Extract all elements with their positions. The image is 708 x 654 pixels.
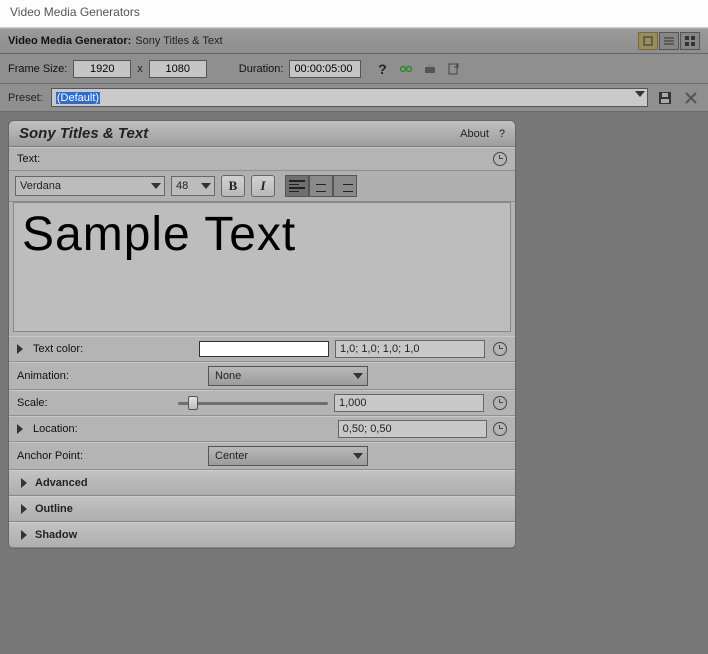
keyframe-clock-icon[interactable]: [493, 422, 507, 436]
keyframe-clock-icon[interactable]: [493, 152, 507, 166]
align-right-button[interactable]: [333, 175, 357, 197]
expand-icon[interactable]: [17, 424, 23, 434]
window-titlebar: Video Media Generators: [0, 0, 708, 28]
generator-label: Video Media Generator:: [8, 35, 131, 47]
expand-icon: [21, 504, 27, 514]
scale-slider[interactable]: [178, 396, 328, 410]
font-value: Verdana: [20, 180, 61, 192]
generator-header: Video Media Generator: Sony Titles & Tex…: [0, 28, 708, 54]
help-icon[interactable]: ?: [373, 60, 391, 78]
window-title: Video Media Generators: [10, 5, 140, 19]
export-icon[interactable]: [445, 60, 463, 78]
anchor-row: Anchor Point: Center: [9, 442, 515, 470]
outline-section[interactable]: Outline: [9, 496, 515, 522]
location-label: Location:: [33, 423, 332, 435]
duration-input[interactable]: [289, 60, 361, 78]
text-color-row: Text color: 1,0; 1,0; 1,0; 1,0: [9, 336, 515, 362]
plugin-help[interactable]: ?: [499, 128, 505, 140]
text-editor[interactable]: Sample Text: [13, 202, 511, 332]
view-mode-list[interactable]: [659, 32, 679, 50]
sample-text: Sample Text: [22, 207, 502, 262]
expand-icon: [21, 478, 27, 488]
advanced-section[interactable]: Advanced: [9, 470, 515, 496]
view-mode-group: [638, 32, 700, 50]
font-dropdown[interactable]: Verdana: [15, 176, 165, 196]
italic-button[interactable]: I: [251, 175, 275, 197]
view-mode-single[interactable]: [638, 32, 658, 50]
align-left-button[interactable]: [285, 175, 309, 197]
frame-height-input[interactable]: [149, 60, 207, 78]
scale-row: Scale: 1,000: [9, 390, 515, 416]
keyframe-clock-icon[interactable]: [493, 342, 507, 356]
outline-label: Outline: [35, 503, 73, 515]
generator-name: Sony Titles & Text: [135, 35, 222, 47]
bold-button[interactable]: B: [221, 175, 245, 197]
text-color-label: Text color:: [33, 343, 193, 355]
save-preset-icon[interactable]: [656, 89, 674, 107]
text-color-swatch[interactable]: [199, 341, 329, 357]
link-icon[interactable]: [397, 60, 415, 78]
chevron-down-icon: [635, 91, 645, 97]
preset-dropdown[interactable]: (Default): [51, 88, 648, 107]
plugin-title-bar: Sony Titles & Text About ?: [9, 121, 515, 147]
font-size-value: 48: [176, 180, 188, 192]
frame-size-label: Frame Size:: [8, 63, 67, 75]
anchor-value: Center: [215, 450, 248, 462]
anchor-label: Anchor Point:: [17, 450, 202, 462]
format-toolbar: Verdana 48 B I: [9, 171, 515, 202]
text-row: Text:: [9, 147, 515, 171]
advanced-label: Advanced: [35, 477, 88, 489]
plugin-title: Sony Titles & Text: [19, 125, 148, 142]
expand-icon: [21, 530, 27, 540]
animation-row: Animation: None: [9, 362, 515, 390]
shadow-label: Shadow: [35, 529, 77, 541]
view-mode-grid[interactable]: [680, 32, 700, 50]
align-center-button[interactable]: [309, 175, 333, 197]
chevron-down-icon: [353, 373, 363, 379]
animation-dropdown[interactable]: None: [208, 366, 368, 386]
print-icon[interactable]: [421, 60, 439, 78]
location-row: Location: 0,50; 0,50: [9, 416, 515, 442]
scale-value[interactable]: 1,000: [334, 394, 484, 412]
scale-label: Scale:: [17, 397, 172, 409]
shadow-section[interactable]: Shadow: [9, 522, 515, 548]
preset-label: Preset:: [8, 92, 43, 104]
animation-value: None: [215, 370, 241, 382]
animation-label: Animation:: [17, 370, 202, 382]
preset-value: (Default): [56, 92, 100, 104]
frame-x: x: [137, 63, 143, 75]
about-link[interactable]: About: [460, 128, 489, 140]
duration-label: Duration:: [239, 63, 284, 75]
preset-bar: Preset: (Default): [0, 84, 708, 112]
chevron-down-icon: [353, 453, 363, 459]
text-color-value[interactable]: 1,0; 1,0; 1,0; 1,0: [335, 340, 485, 358]
delete-preset-icon[interactable]: [682, 89, 700, 107]
chevron-down-icon: [201, 183, 211, 189]
text-label: Text:: [17, 153, 97, 165]
anchor-dropdown[interactable]: Center: [208, 446, 368, 466]
frame-width-input[interactable]: [73, 60, 131, 78]
chevron-down-icon: [151, 183, 161, 189]
location-value[interactable]: 0,50; 0,50: [338, 420, 487, 438]
params-bar: Frame Size: x Duration: ?: [0, 54, 708, 84]
keyframe-clock-icon[interactable]: [493, 396, 507, 410]
plugin-panel: Sony Titles & Text About ? Text: Verdana…: [8, 120, 516, 549]
expand-icon[interactable]: [17, 344, 23, 354]
font-size-dropdown[interactable]: 48: [171, 176, 215, 196]
